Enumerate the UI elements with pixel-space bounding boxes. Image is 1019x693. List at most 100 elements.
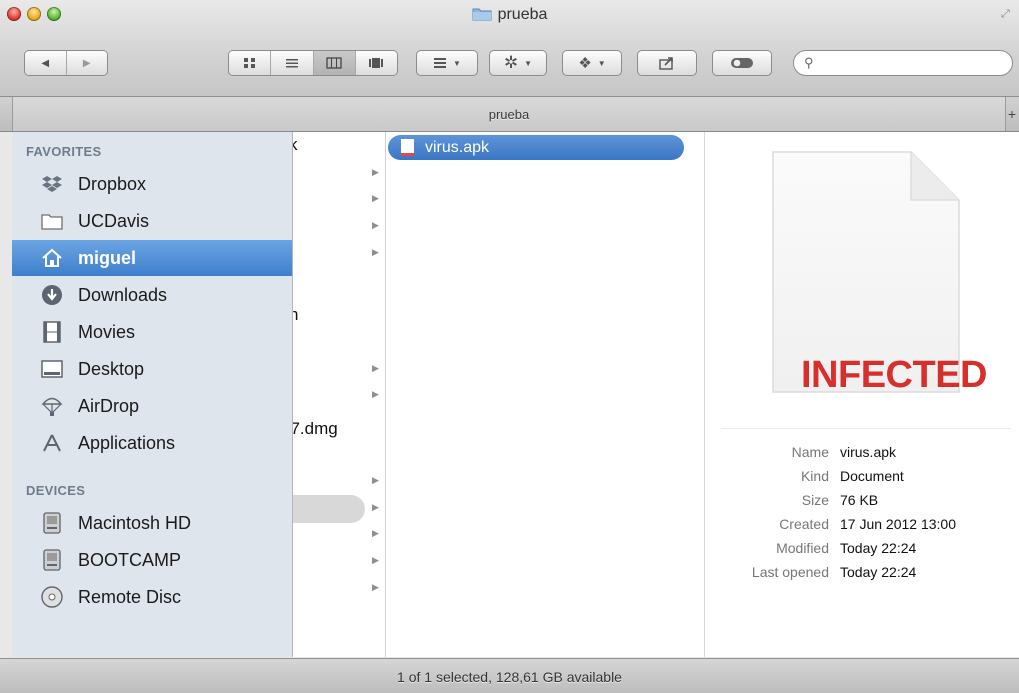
sidebar-item-movies[interactable]: Movies bbox=[12, 314, 292, 350]
info-value: virus.apk bbox=[840, 444, 897, 460]
airdrop-icon bbox=[40, 394, 64, 418]
info-row-kind: Kind Document bbox=[705, 468, 1019, 492]
share-button[interactable] bbox=[637, 50, 697, 76]
list-item[interactable]: 97.dmg bbox=[293, 419, 338, 439]
forward-arrow-icon: ▶ bbox=[82, 57, 91, 69]
sidebar-item-dropbox[interactable]: Dropbox bbox=[12, 166, 292, 202]
toggle-button[interactable] bbox=[712, 50, 772, 76]
info-label: Last opened bbox=[751, 564, 829, 580]
arrange-icon bbox=[434, 58, 447, 68]
preview-pane: INFECTED Name virus.apk Kind Document Si… bbox=[705, 132, 1019, 657]
dropbox-icon: ❖ bbox=[578, 55, 592, 72]
browser-column-prueba: virus.apk bbox=[386, 132, 705, 657]
info-value: Today 22:24 bbox=[840, 540, 917, 556]
column-view-icon bbox=[326, 57, 342, 69]
info-label: Created bbox=[779, 516, 829, 532]
movies-icon bbox=[40, 320, 64, 344]
info-value: 17 Jun 2012 13:00 bbox=[840, 516, 956, 532]
selected-folder-row[interactable] bbox=[293, 495, 365, 523]
list-item[interactable]: n bbox=[293, 305, 298, 325]
folder-icon bbox=[472, 8, 492, 21]
sidebar-item-label: BOOTCAMP bbox=[78, 549, 182, 570]
sidebar-item-applications[interactable]: Applications bbox=[12, 425, 292, 461]
downloads-icon bbox=[40, 283, 64, 307]
disclosure-arrow-icon: ▶ bbox=[372, 220, 379, 230]
back-button[interactable]: ◀ bbox=[25, 51, 67, 75]
sidebar-item-label: Movies bbox=[78, 321, 136, 342]
info-row-created: Created 17 Jun 2012 13:00 bbox=[705, 516, 1019, 540]
list-item[interactable]: k bbox=[293, 135, 298, 155]
arrange-button[interactable]: ▼ bbox=[416, 50, 478, 76]
file-row-virus-apk[interactable]: virus.apk bbox=[388, 135, 684, 160]
dropdown-caret-icon: ▼ bbox=[453, 58, 461, 68]
dropdown-caret-icon: ▼ bbox=[597, 58, 606, 68]
action-button[interactable]: ✲ ▼ bbox=[489, 50, 547, 76]
new-tab-button[interactable]: + bbox=[1005, 97, 1019, 131]
column-view-button[interactable] bbox=[313, 51, 356, 75]
sidebar-item-label: AirDrop bbox=[78, 395, 140, 416]
disclosure-arrow-icon: ▶ bbox=[372, 389, 379, 399]
sidebar-item-label: UCDavis bbox=[78, 210, 150, 231]
file-name: virus.apk bbox=[425, 138, 490, 156]
applications-icon bbox=[40, 431, 64, 455]
gear-icon: ✲ bbox=[503, 53, 519, 72]
harddisk-icon bbox=[40, 548, 64, 572]
sidebar-item-label: Desktop bbox=[78, 358, 145, 379]
status-bar: 1 of 1 selected, 128,61 GB available bbox=[0, 658, 1019, 693]
search-input[interactable] bbox=[822, 54, 1006, 74]
info-row-size: Size 76 KB bbox=[705, 492, 1019, 516]
folder-icon bbox=[40, 209, 64, 233]
disclosure-arrow-icon: ▶ bbox=[372, 582, 379, 592]
dropbox-button[interactable]: ❖ ▼ bbox=[562, 50, 622, 76]
info-value: Today 22:24 bbox=[840, 564, 917, 580]
sidebar-item-label: Dropbox bbox=[78, 173, 147, 194]
share-icon bbox=[659, 57, 673, 70]
search-icon: ⚲ bbox=[804, 55, 814, 70]
info-label: Size bbox=[801, 492, 829, 508]
list-view-icon bbox=[285, 59, 298, 68]
toggle-icon bbox=[731, 58, 753, 68]
fullscreen-icon[interactable]: ⤢ bbox=[1001, 8, 1013, 20]
status-text: 1 of 1 selected, 128,61 GB available bbox=[397, 669, 622, 685]
sidebar-item-ucdavis[interactable]: UCDavis bbox=[12, 203, 292, 239]
sidebar-item-remote-disc[interactable]: Remote Disc bbox=[12, 579, 292, 615]
list-view-button[interactable] bbox=[271, 51, 314, 75]
search-field[interactable]: ⚲ bbox=[793, 50, 1013, 76]
info-row-last-opened: Last opened Today 22:24 bbox=[705, 564, 1019, 588]
forward-button[interactable]: ▶ bbox=[66, 51, 107, 75]
desktop-icon bbox=[40, 357, 64, 381]
tab-prueba[interactable]: prueba bbox=[12, 97, 1006, 131]
disc-icon bbox=[40, 585, 64, 609]
sidebar-item-desktop[interactable]: Desktop bbox=[12, 351, 292, 387]
icon-view-button[interactable] bbox=[229, 51, 272, 75]
info-label: Name bbox=[791, 444, 829, 460]
sidebar-item-bootcamp[interactable]: BOOTCAMP bbox=[12, 542, 292, 578]
disclosure-arrow-icon: ▶ bbox=[372, 193, 379, 203]
finder-window: prueba ⤢ ◀ ▶ ▼ ✲ ▼ ❖ ▼ ⚲ prueba + FAVORI… bbox=[0, 0, 1019, 693]
sidebar-item-label: Applications bbox=[78, 432, 176, 453]
window-title: prueba bbox=[0, 6, 1019, 24]
disclosure-arrow-icon: ▶ bbox=[372, 502, 379, 512]
sidebar-item-downloads[interactable]: Downloads bbox=[12, 277, 292, 313]
disclosure-arrow-icon: ▶ bbox=[372, 247, 379, 257]
coverflow-view-button[interactable] bbox=[355, 51, 397, 75]
sidebar-item-miguel[interactable]: miguel bbox=[12, 240, 292, 276]
disclosure-arrow-icon: ▶ bbox=[372, 528, 379, 538]
back-arrow-icon: ◀ bbox=[41, 57, 50, 69]
window-title-text: prueba bbox=[497, 6, 548, 23]
sidebar-item-macintosh-hd[interactable]: Macintosh HD bbox=[12, 505, 292, 541]
tab-label: prueba bbox=[488, 107, 530, 122]
dropbox-icon bbox=[40, 172, 64, 196]
info-value: Document bbox=[840, 468, 904, 484]
info-label: Kind bbox=[800, 468, 829, 484]
sidebar-item-airdrop[interactable]: AirDrop bbox=[12, 388, 292, 424]
harddisk-icon bbox=[40, 511, 64, 535]
sidebar-header-devices: DEVICES bbox=[26, 483, 86, 498]
sidebar-header-favorites: FAVORITES bbox=[26, 144, 102, 159]
back-forward-control: ◀ ▶ bbox=[24, 50, 108, 76]
tab-bar: prueba + bbox=[0, 97, 1019, 132]
browser-column-home: k ▶ ▶ ▶ ▶ n ▶ ▶ 97.dmg ▶ ▶ ▶ ▶ ▶ bbox=[293, 132, 386, 657]
info-row-name: Name virus.apk bbox=[705, 444, 1019, 468]
icon-view-icon bbox=[243, 58, 255, 68]
info-value: 76 KB bbox=[840, 492, 879, 508]
